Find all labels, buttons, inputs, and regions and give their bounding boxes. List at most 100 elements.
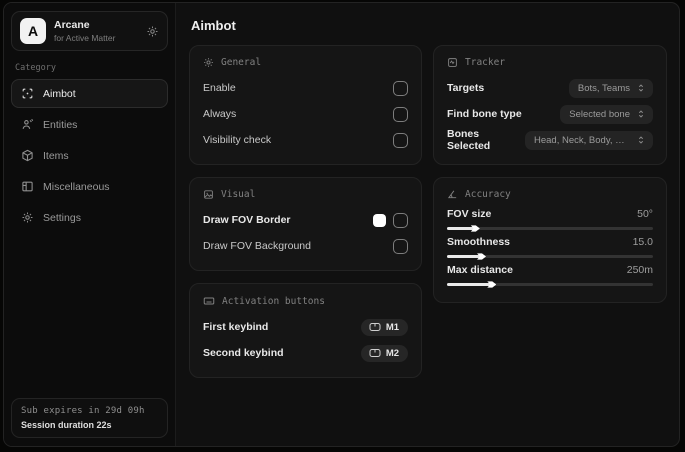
panel-title: Visual	[221, 189, 256, 200]
sidebar-item-label: Aimbot	[43, 87, 76, 100]
setting-row-second-keybind: Second keybind M2	[203, 341, 409, 365]
smoothness-slider[interactable]	[447, 253, 653, 260]
app-name: Arcane	[54, 19, 90, 32]
always-checkbox[interactable]	[393, 106, 409, 122]
setting-label: Enable	[203, 82, 236, 94]
slider-thumb[interactable]	[470, 225, 480, 232]
keybind-value: M1	[385, 321, 400, 333]
draw-fov-border-checkbox[interactable]	[393, 212, 409, 228]
bones-selected-dropdown[interactable]: Head, Neck, Body, Pe..	[525, 130, 653, 150]
setting-label: Draw FOV Background	[203, 240, 311, 252]
dropdown-value: Bots, Teams	[577, 82, 630, 94]
setting-label: Max distance	[447, 264, 513, 276]
find-bone-type-dropdown[interactable]: Selected bone	[560, 104, 653, 124]
fov-border-color-swatch[interactable]	[373, 213, 387, 227]
setting-row-first-keybind: First keybind M1	[203, 315, 409, 339]
sun-icon	[203, 57, 214, 68]
sidebar-item-miscellaneous[interactable]: Miscellaneous	[11, 172, 168, 201]
max-distance-slider[interactable]	[447, 281, 653, 288]
setting-label: Targets	[447, 82, 485, 94]
enable-checkbox[interactable]	[393, 80, 409, 96]
setting-row-enable: Enable	[203, 76, 409, 100]
brand-text: Arcane for Active Matter	[54, 19, 138, 43]
setting-label: Always	[203, 108, 237, 120]
slider-thumb[interactable]	[487, 281, 497, 288]
app-window: A Arcane for Active Matter Category Aimb…	[3, 2, 680, 447]
panel-accuracy: Accuracy FOV size 50° Smoothness 15.0 Ma…	[433, 177, 667, 303]
sidebar: A Arcane for Active Matter Category Aimb…	[4, 3, 176, 446]
gear-icon[interactable]	[146, 25, 159, 38]
sidebar-item-entities[interactable]: Entities	[11, 110, 168, 139]
sub-expires-text: Sub expires in 29d 09h	[21, 406, 145, 416]
keyboard-icon	[203, 295, 215, 307]
setting-label: Visibility check	[203, 134, 272, 146]
person-radar-icon	[21, 118, 34, 131]
max-distance-value: 250m	[626, 264, 653, 276]
image-icon	[203, 189, 214, 200]
crosshair-scan-icon	[21, 87, 34, 100]
subscription-info-card: Sub expires in 29d 09h Session duration …	[11, 398, 168, 438]
angle-icon	[447, 189, 458, 200]
setting-row-max-distance: Max distance 250m	[447, 264, 653, 288]
setting-row-visibility-check: Visibility check	[203, 128, 409, 152]
page-title: Aimbot	[191, 18, 236, 33]
unfold-arrows-icon	[636, 135, 646, 145]
panel-visual: Visual Draw FOV Border Draw FOV Backgrou…	[189, 177, 423, 271]
settings-gear-icon	[21, 211, 34, 224]
mouse-icon	[369, 322, 381, 332]
setting-label: FOV size	[447, 208, 492, 220]
setting-row-find-bone-type: Find bone type Selected bone	[447, 102, 653, 126]
setting-label: Draw FOV Border	[203, 214, 291, 226]
setting-row-smoothness: Smoothness 15.0	[447, 236, 653, 260]
panel-tracker: Tracker Targets Bots, Teams Find bone ty…	[433, 45, 667, 165]
brand-card: A Arcane for Active Matter	[11, 11, 168, 51]
panel-title: General	[221, 57, 262, 68]
setting-label: Second keybind	[203, 347, 284, 359]
draw-fov-background-checkbox[interactable]	[393, 238, 409, 254]
app-subtitle: for Active Matter	[54, 32, 116, 43]
layout-grid-icon	[21, 180, 34, 193]
tracker-icon	[447, 57, 458, 68]
keybind-value: M2	[385, 347, 400, 359]
sidebar-item-settings[interactable]: Settings	[11, 203, 168, 232]
dropdown-value: Head, Neck, Body, Pe..	[534, 134, 630, 146]
setting-row-targets: Targets Bots, Teams	[447, 76, 653, 100]
fov-size-value: 50°	[637, 208, 653, 220]
sidebar-item-label: Entities	[43, 118, 78, 131]
first-keybind-button[interactable]: M1	[360, 318, 409, 336]
sidebar-nav: Aimbot Entities Items Miscellaneous Sett…	[11, 79, 168, 232]
dropdown-value: Selected bone	[569, 108, 630, 120]
mouse-icon	[369, 348, 381, 358]
panel-title: Tracker	[465, 57, 506, 68]
setting-row-fov-size: FOV size 50°	[447, 208, 653, 232]
sidebar-item-label: Miscellaneous	[43, 180, 110, 193]
setting-label: First keybind	[203, 321, 269, 333]
sidebar-item-label: Settings	[43, 211, 81, 224]
setting-label: Bones Selected	[447, 128, 491, 152]
setting-row-always: Always	[203, 102, 409, 126]
setting-label: Find bone type	[447, 108, 522, 120]
app-logo: A	[20, 18, 46, 44]
category-label: Category	[15, 63, 56, 73]
panel-title: Accuracy	[465, 189, 511, 200]
unfold-arrows-icon	[636, 83, 646, 93]
panel-title: Activation buttons	[222, 295, 325, 307]
smoothness-value: 15.0	[632, 236, 653, 248]
panel-activation-buttons: Activation buttons First keybind M1 Seco…	[189, 283, 423, 378]
session-duration-text: Session duration 22s	[21, 420, 112, 430]
sidebar-item-label: Items	[43, 149, 69, 162]
visibility-check-checkbox[interactable]	[393, 132, 409, 148]
panel-general: General Enable Always Visibility check	[189, 45, 423, 165]
setting-row-draw-fov-background: Draw FOV Background	[203, 234, 409, 258]
setting-row-draw-fov-border: Draw FOV Border	[203, 208, 409, 232]
setting-row-bones-selected: Bones Selected Head, Neck, Body, Pe..	[447, 128, 653, 152]
unfold-arrows-icon	[636, 109, 646, 119]
fov-size-slider[interactable]	[447, 225, 653, 232]
sidebar-item-aimbot[interactable]: Aimbot	[11, 79, 168, 108]
main-content: Aimbot General Enable Always Visibility …	[176, 3, 679, 446]
sidebar-item-items[interactable]: Items	[11, 141, 168, 170]
setting-label: Smoothness	[447, 236, 511, 248]
second-keybind-button[interactable]: M2	[360, 344, 409, 362]
slider-thumb[interactable]	[477, 253, 487, 260]
targets-dropdown[interactable]: Bots, Teams	[568, 78, 653, 98]
